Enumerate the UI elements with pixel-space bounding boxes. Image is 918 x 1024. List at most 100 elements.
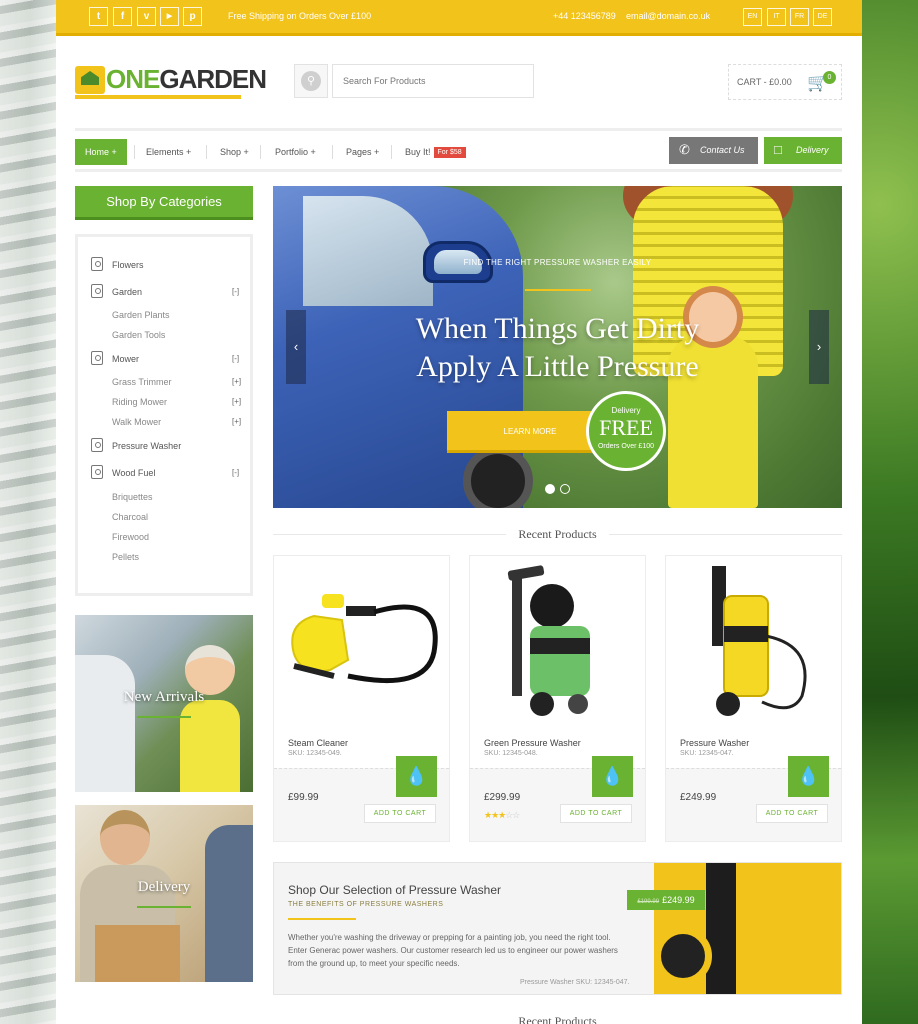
product-price: £299.99 bbox=[484, 792, 521, 803]
collapse-toggle[interactable]: [-] bbox=[232, 354, 239, 363]
contact-us-button[interactable]: ✆ Contact Us bbox=[669, 137, 758, 164]
email-address[interactable]: email@domain.co.uk bbox=[626, 11, 710, 21]
lang-fr[interactable]: FR bbox=[790, 8, 809, 26]
slider-dot-1[interactable] bbox=[545, 484, 555, 494]
recent-products-title-2: Recent Products bbox=[518, 1014, 597, 1024]
water-drop-icon[interactable]: 💧 bbox=[788, 756, 829, 797]
tag-icon bbox=[91, 284, 103, 298]
promo-title: Shop Our Selection of Pressure Washer bbox=[288, 883, 501, 897]
promo-subtitle: THE BENEFITS OF PRESSURE WASHERS bbox=[288, 901, 444, 908]
promo-sku: Pressure Washer SKU: 12345-047. bbox=[520, 979, 630, 986]
banner-title: New Arrivals bbox=[123, 689, 205, 705]
add-to-cart-button[interactable]: ADD TO CART bbox=[364, 804, 436, 823]
twitter-icon[interactable]: t bbox=[89, 7, 108, 26]
category-pressure-washer[interactable]: Pressure Washer bbox=[91, 438, 181, 452]
steam-cleaner-image bbox=[291, 594, 438, 684]
youtube-icon[interactable]: ▶ bbox=[160, 7, 179, 26]
promo-block[interactable]: Shop Our Selection of Pressure Washer TH… bbox=[273, 862, 842, 995]
phone-icon: ✆ bbox=[679, 142, 690, 157]
facebook-icon[interactable]: f bbox=[113, 7, 132, 26]
pinterest-icon[interactable]: p bbox=[183, 7, 202, 26]
banner-underline bbox=[137, 906, 191, 908]
lang-en[interactable]: EN bbox=[743, 8, 762, 26]
car-wheel-image bbox=[463, 446, 533, 508]
add-to-cart-button[interactable]: ADD TO CART bbox=[756, 804, 828, 823]
nav-home[interactable]: Home + bbox=[75, 139, 127, 165]
logo-house-icon[interactable] bbox=[75, 66, 105, 94]
search-icon: ⚲ bbox=[301, 71, 321, 91]
promo-underline bbox=[288, 918, 356, 920]
slide-title-line-1: When Things Get Dirty bbox=[415, 312, 700, 345]
product-card[interactable]: Pressure Washer SKU: 12345-047. 💧 £249.9… bbox=[665, 555, 842, 842]
category-flowers[interactable]: Flowers bbox=[91, 257, 144, 271]
nav-buy-it-label: Buy It! bbox=[405, 147, 431, 157]
subcategory-charcoal[interactable]: Charcoal bbox=[112, 512, 148, 522]
cart-widget[interactable]: CART - £0.00 🛒 0 bbox=[728, 64, 842, 100]
product-sku: SKU: 12345-049. bbox=[288, 750, 342, 757]
lang-de[interactable]: DE bbox=[813, 8, 832, 26]
subcategory-briquettes[interactable]: Briquettes bbox=[112, 492, 153, 502]
contact-us-label: Contact Us bbox=[700, 145, 745, 155]
add-to-cart-button[interactable]: ADD TO CART bbox=[560, 804, 632, 823]
slider-dot-2[interactable] bbox=[560, 484, 570, 494]
nav-divider bbox=[134, 145, 135, 159]
lang-it[interactable]: IT bbox=[767, 8, 786, 26]
category-garden[interactable]: Garden bbox=[91, 284, 142, 298]
delivery-button[interactable]: □ Delivery bbox=[764, 137, 842, 164]
parcel-image bbox=[95, 925, 180, 982]
slider-next-arrow-icon[interactable]: › bbox=[809, 310, 829, 384]
box-icon: □ bbox=[774, 142, 782, 157]
logo-underline bbox=[75, 95, 241, 99]
subcategory-pellets[interactable]: Pellets bbox=[112, 552, 139, 562]
nav-portfolio[interactable]: Portfolio + bbox=[275, 139, 316, 165]
product-name[interactable]: Green Pressure Washer bbox=[484, 738, 581, 748]
hero-slider[interactable]: FIND THE RIGHT PRESSURE WASHER EASILY Wh… bbox=[273, 186, 842, 508]
girl-shirt-image bbox=[180, 700, 240, 792]
logo-garden: GARDEN bbox=[159, 64, 267, 94]
expand-toggle[interactable]: [+] bbox=[232, 397, 241, 406]
water-drop-icon[interactable]: 💧 bbox=[592, 756, 633, 797]
logo-one: ONE bbox=[106, 64, 160, 94]
banner-underline bbox=[137, 716, 191, 718]
collapse-toggle[interactable]: [-] bbox=[232, 287, 239, 296]
delivery-banner[interactable]: Delivery bbox=[75, 805, 253, 982]
slide-underline bbox=[525, 289, 591, 291]
vimeo-icon[interactable]: v bbox=[137, 7, 156, 26]
subcategory-walk-mower[interactable]: Walk Mower bbox=[112, 417, 161, 427]
subcategory-garden-tools[interactable]: Garden Tools bbox=[112, 330, 165, 340]
product-card[interactable]: Steam Cleaner SKU: 12345-049. 💧 £99.99 A… bbox=[273, 555, 450, 842]
cart-count-badge: 0 bbox=[823, 71, 836, 84]
search-input[interactable] bbox=[332, 64, 534, 98]
nav-divider bbox=[206, 145, 207, 159]
product-name[interactable]: Pressure Washer bbox=[680, 738, 749, 748]
car-window-image bbox=[303, 196, 433, 306]
slider-prev-arrow-icon[interactable]: ‹ bbox=[286, 310, 306, 384]
search-button[interactable]: ⚲ bbox=[294, 64, 328, 98]
nav-buy-it[interactable]: Buy It! For $58 bbox=[405, 139, 466, 165]
product-image bbox=[274, 556, 449, 726]
product-card[interactable]: Green Pressure Washer SKU: 12345-048. 💧 … bbox=[469, 555, 646, 842]
new-price: £249.99 bbox=[662, 895, 695, 905]
girl-head-image bbox=[185, 645, 235, 695]
product-name[interactable]: Steam Cleaner bbox=[288, 738, 348, 748]
nav-divider bbox=[391, 145, 392, 159]
expand-toggle[interactable]: [+] bbox=[232, 377, 241, 386]
water-drop-icon[interactable]: 💧 bbox=[396, 756, 437, 797]
nav-elements[interactable]: Elements + bbox=[146, 139, 191, 165]
price-badge: For $58 bbox=[433, 147, 466, 159]
subcategory-firewood[interactable]: Firewood bbox=[112, 532, 149, 542]
subcategory-garden-plants[interactable]: Garden Plants bbox=[112, 310, 170, 320]
old-price: £199.99 bbox=[637, 899, 660, 905]
category-label: Flowers bbox=[112, 260, 144, 270]
logo[interactable]: ONEGARDEN bbox=[106, 64, 267, 95]
new-arrivals-banner[interactable]: New Arrivals bbox=[75, 615, 253, 792]
nav-pages[interactable]: Pages + bbox=[346, 139, 379, 165]
expand-toggle[interactable]: [+] bbox=[232, 417, 241, 426]
category-mower[interactable]: Mower bbox=[91, 351, 139, 365]
nav-shop[interactable]: Shop + bbox=[220, 139, 249, 165]
collapse-toggle[interactable]: [-] bbox=[232, 468, 239, 477]
category-wood-fuel[interactable]: Wood Fuel bbox=[91, 465, 155, 479]
subcategory-grass-trimmer[interactable]: Grass Trimmer bbox=[112, 377, 172, 387]
recent-products-title-text: Recent Products bbox=[506, 527, 609, 541]
subcategory-riding-mower[interactable]: Riding Mower bbox=[112, 397, 167, 407]
